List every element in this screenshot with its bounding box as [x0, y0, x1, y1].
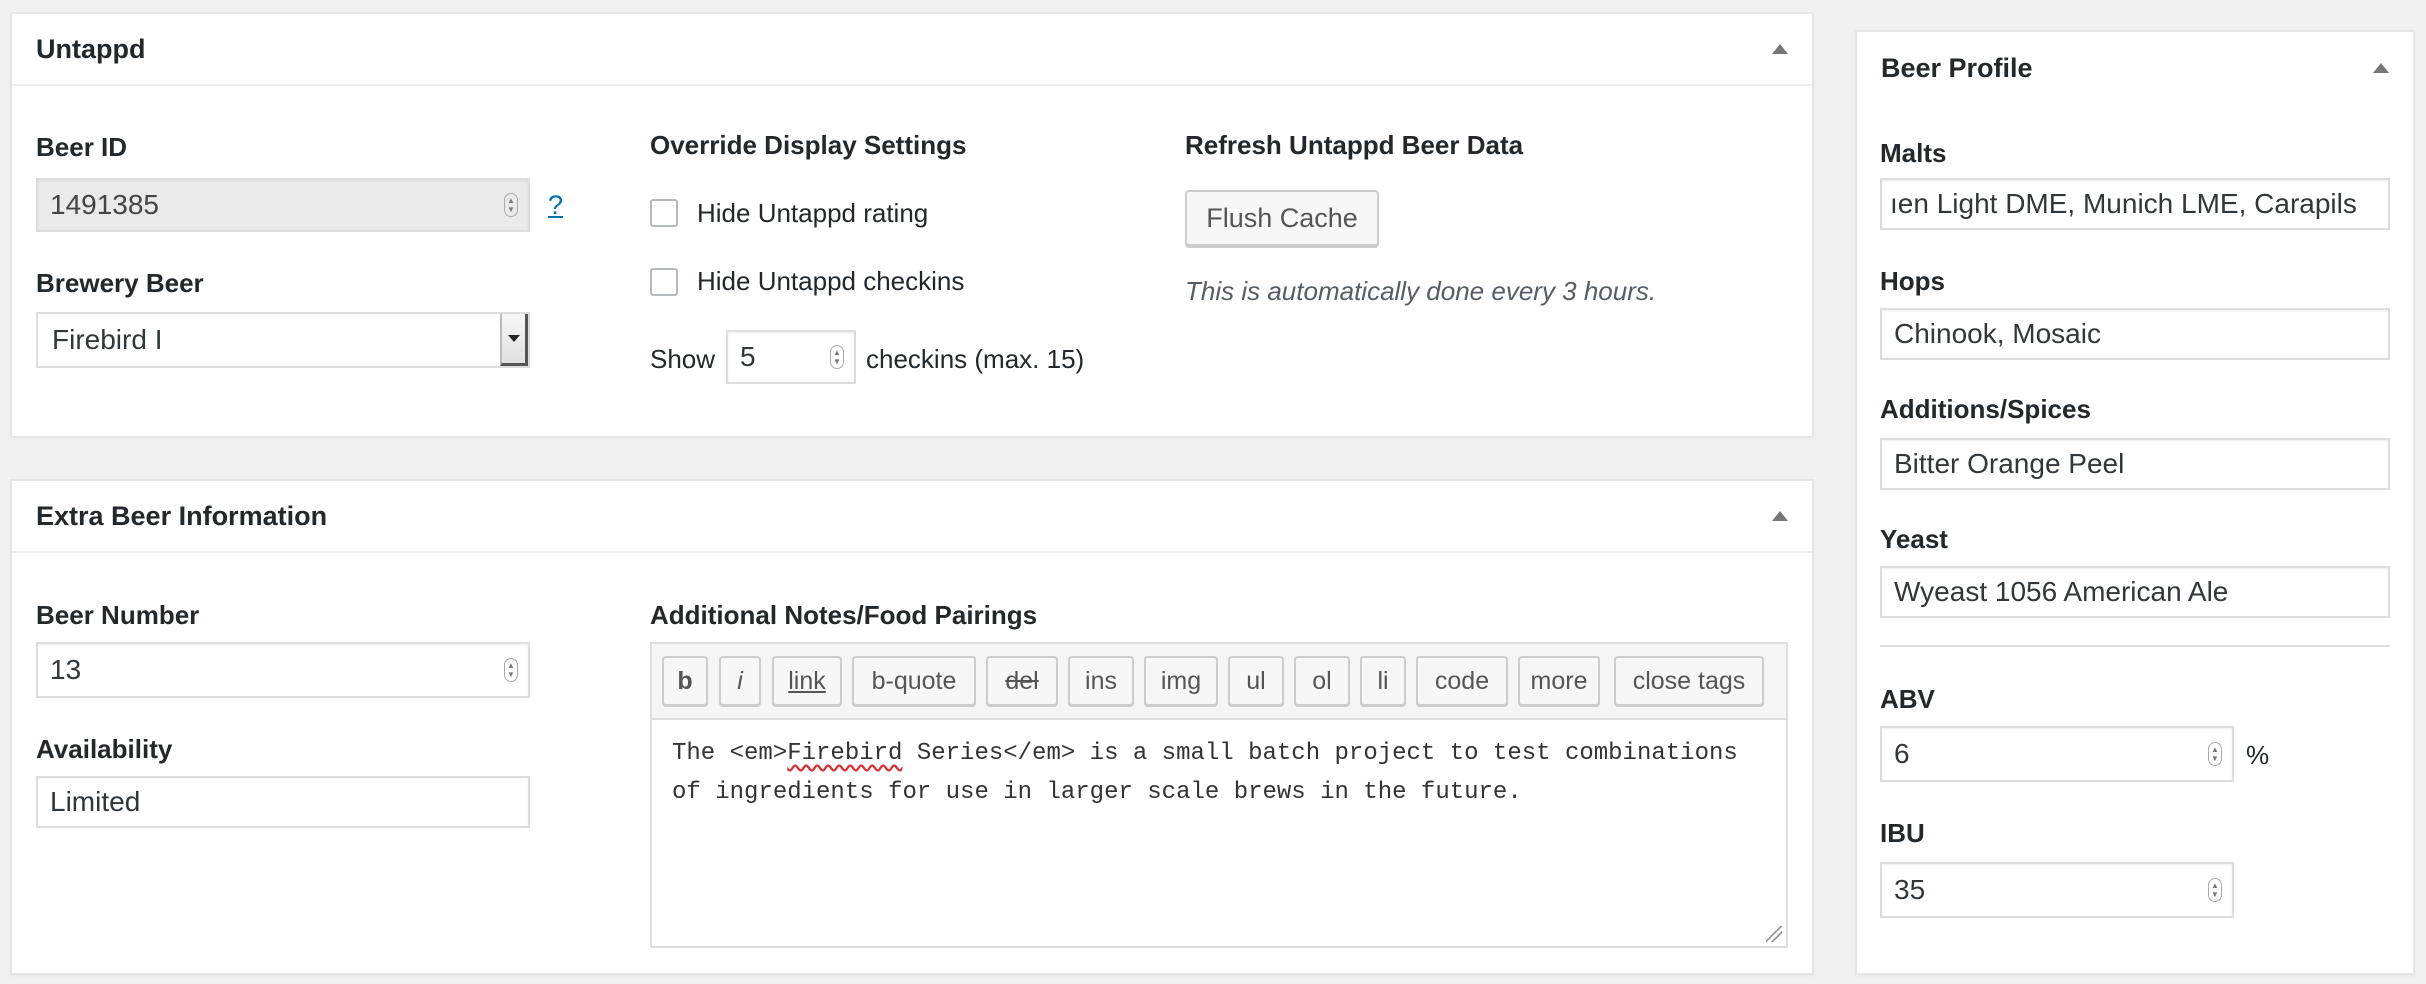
collapse-arrow-icon[interactable]: [1772, 511, 1788, 521]
quicktag-link-button[interactable]: link: [772, 656, 842, 706]
ibu-input[interactable]: 35 ▲ ▼: [1880, 862, 2234, 918]
yeast-input[interactable]: Wyeast 1056 American Ale: [1880, 566, 2390, 618]
hops-value: Chinook, Mosaic: [1894, 318, 2101, 349]
profile-divider: [1880, 645, 2390, 647]
abv-input[interactable]: 6 ▲ ▼: [1880, 726, 2234, 782]
abv-unit: %: [2246, 740, 2270, 770]
quicktag-ol-button[interactable]: ol: [1294, 656, 1350, 706]
brewery-beer-label: Brewery Beer: [36, 268, 204, 298]
flush-cache-label: Flush Cache: [1206, 202, 1358, 233]
quicktag-b-button[interactable]: b: [662, 656, 708, 706]
chevron-down-icon[interactable]: [500, 314, 528, 366]
yeast-label: Yeast: [1880, 524, 1948, 554]
availability-input[interactable]: Limited: [36, 776, 530, 828]
notes-label: Additional Notes/Food Pairings: [650, 600, 1038, 630]
quicktag-ins-button[interactable]: ins: [1068, 656, 1134, 706]
collapse-arrow-icon[interactable]: [1772, 44, 1788, 54]
abv-value: 6: [1894, 738, 1910, 769]
beer-number-label: Beer Number: [36, 600, 200, 630]
notes-line-1: The <em>Firebird Series</em> is a small …: [672, 740, 1738, 767]
checkins-count-value: 5: [740, 341, 756, 372]
hide-rating-label[interactable]: Hide Untappd rating: [697, 198, 928, 229]
override-display-title: Override Display Settings: [650, 130, 967, 160]
hide-checkins-label[interactable]: Hide Untappd checkins: [697, 266, 964, 297]
malts-input[interactable]: ıen Light DME, Munich LME, Carapils: [1880, 178, 2390, 230]
ibu-value: 35: [1894, 874, 1926, 905]
beer-profile-header[interactable]: Beer Profile: [1857, 32, 2413, 104]
brewery-beer-select[interactable]: Firebird I: [36, 312, 530, 368]
notes-textarea[interactable]: The <em>Firebird Series</em> is a small …: [650, 718, 1788, 948]
additions-label: Additions/Spices: [1880, 394, 2091, 424]
malts-value: ıen Light DME, Munich LME, Carapils: [1890, 188, 2357, 219]
beer-number-value: 13: [50, 654, 82, 685]
beer-id-help-link[interactable]: ?: [548, 190, 563, 221]
beer-id-input[interactable]: 1491385 ▲ ▼: [36, 178, 530, 232]
spinner-icon[interactable]: ▲ ▼: [504, 193, 518, 217]
malts-label: Malts: [1880, 138, 1947, 168]
checkins-max-label: checkins (max. 15): [866, 344, 1085, 374]
hide-rating-checkbox[interactable]: [650, 199, 678, 227]
resize-handle-icon[interactable]: [1766, 926, 1782, 942]
untappd-title: Untappd: [36, 33, 146, 64]
availability-label: Availability: [36, 734, 173, 764]
notes-line-2: of ingredients for use in larger scale b…: [672, 779, 1522, 806]
quicktag-close-tags-button[interactable]: close tags: [1614, 656, 1764, 706]
availability-value: Limited: [50, 786, 141, 817]
quicktag-del-button[interactable]: del: [986, 656, 1058, 706]
untappd-header[interactable]: Untappd: [12, 14, 1812, 86]
misspelled-word: Firebird: [787, 740, 903, 767]
beer-number-input[interactable]: 13 ▲ ▼: [36, 642, 530, 698]
abv-label: ABV: [1880, 684, 1935, 714]
spinner-icon[interactable]: ▲ ▼: [2208, 878, 2222, 902]
quicktag-more-button[interactable]: more: [1518, 656, 1600, 706]
hops-label: Hops: [1880, 266, 1945, 296]
extra-info-title: Extra Beer Information: [36, 500, 328, 531]
checkins-count-input[interactable]: 5 ▲ ▼: [726, 330, 856, 384]
quicktag-code-button[interactable]: code: [1416, 656, 1508, 706]
hide-checkins-checkbox[interactable]: [650, 268, 678, 296]
spinner-icon[interactable]: ▲ ▼: [2208, 742, 2222, 766]
brewery-beer-value: Firebird I: [52, 324, 163, 355]
hops-input[interactable]: Chinook, Mosaic: [1880, 308, 2390, 360]
quicktag-ul-button[interactable]: ul: [1228, 656, 1284, 706]
collapse-arrow-icon[interactable]: [2373, 63, 2389, 73]
spinner-icon[interactable]: ▲ ▼: [504, 658, 518, 682]
show-label: Show: [650, 344, 716, 374]
quicktag-li-button[interactable]: li: [1360, 656, 1406, 706]
yeast-value: Wyeast 1056 American Ale: [1894, 576, 2229, 607]
quicktag-img-button[interactable]: img: [1144, 656, 1218, 706]
beer-profile-metabox: Beer Profile: [1855, 30, 2415, 975]
beer-id-label: Beer ID: [36, 132, 128, 162]
refresh-note: This is automatically done every 3 hours…: [1185, 276, 1657, 306]
quicktag-i-button[interactable]: i: [719, 656, 761, 706]
extra-info-header[interactable]: Extra Beer Information: [12, 481, 1812, 553]
additions-input[interactable]: Bitter Orange Peel: [1880, 438, 2390, 490]
quicktag-bquote-button[interactable]: b-quote: [852, 656, 976, 706]
beer-profile-title: Beer Profile: [1881, 52, 2033, 83]
flush-cache-button[interactable]: Flush Cache: [1185, 190, 1379, 246]
additions-value: Bitter Orange Peel: [1894, 448, 2125, 479]
spinner-icon[interactable]: ▲ ▼: [830, 345, 844, 369]
beer-id-value: 1491385: [50, 189, 160, 220]
ibu-label: IBU: [1880, 818, 1925, 848]
refresh-data-title: Refresh Untappd Beer Data: [1185, 130, 1524, 160]
